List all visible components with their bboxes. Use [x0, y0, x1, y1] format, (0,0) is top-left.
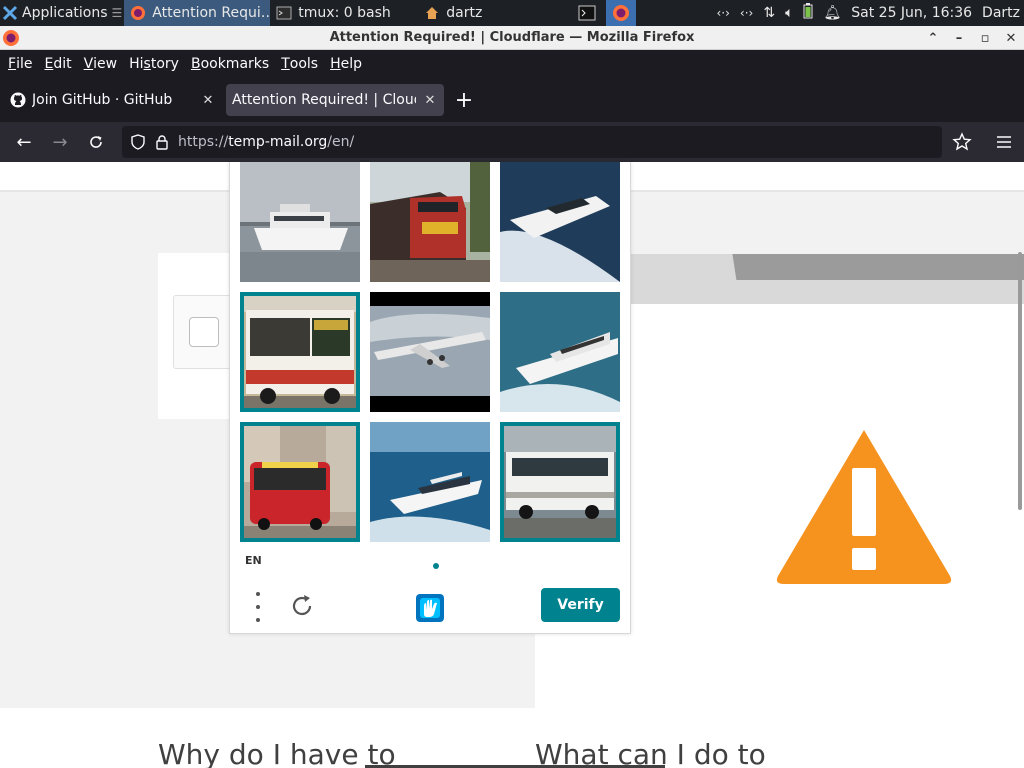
firefox-icon: [613, 5, 630, 21]
close-tab-icon[interactable]: ✕: [200, 92, 216, 108]
roll-up-icon[interactable]: ⌃: [926, 31, 940, 46]
bookmark-star-icon[interactable]: [952, 132, 972, 152]
task-tmux[interactable]: tmux: 0 bash: [270, 0, 418, 26]
hamburger-menu-icon[interactable]: [994, 132, 1014, 152]
close-icon[interactable]: ✕: [1004, 31, 1018, 46]
back-button[interactable]: ←: [8, 126, 40, 158]
captcha-footer: Verify: [230, 580, 632, 632]
reload-icon: [90, 136, 102, 148]
terminal-icon: [578, 5, 596, 21]
reload-button[interactable]: [80, 126, 112, 158]
arrow-left-icon: ←: [16, 131, 32, 153]
hcaptcha-challenge: EN Verify: [229, 162, 631, 634]
menu-help[interactable]: Help: [324, 50, 368, 78]
menu-bar: File Edit View Hi s tory Bookmarks Tools H…: [0, 50, 1024, 78]
new-tab-button[interactable]: +: [448, 84, 480, 116]
image-tile-yacht[interactable]: [370, 422, 490, 542]
url-bar[interactable]: https://temp-mail.org/en/: [122, 126, 942, 158]
minimize-icon[interactable]: –: [952, 31, 966, 46]
shield-icon[interactable]: [130, 134, 146, 150]
firefox-icon: [130, 5, 146, 21]
applications-label: Applications: [22, 5, 108, 21]
window-title: Attention Required! | Cloudflare — Mozil…: [329, 30, 695, 45]
captcha-checkbox[interactable]: [189, 317, 219, 347]
faq-section: [0, 708, 1024, 768]
window-titlebar: Attention Required! | Cloudflare — Mozil…: [0, 26, 1024, 50]
image-tile-airplane[interactable]: [370, 292, 490, 412]
content-right: [535, 632, 1024, 708]
network-icon[interactable]: ‹·›: [740, 6, 753, 20]
firefox-icon: [3, 30, 19, 46]
menu-view[interactable]: View: [78, 50, 124, 78]
more-options-icon[interactable]: [248, 592, 268, 622]
page-scrollbar[interactable]: [1018, 252, 1022, 510]
maximize-icon[interactable]: ▫: [978, 31, 992, 46]
faq-heading-why: Why do I have to: [158, 738, 396, 768]
github-icon: [10, 92, 26, 108]
battery-icon[interactable]: [803, 3, 813, 23]
window-controls: ⌃ – ▫ ✕: [926, 26, 1018, 50]
verify-button[interactable]: Verify: [541, 588, 620, 622]
hcaptcha-logo-icon[interactable]: [412, 590, 448, 626]
applications-menu[interactable]: Applications ☰: [0, 0, 124, 26]
image-tile-red-bus[interactable]: [240, 422, 360, 542]
language-selector[interactable]: EN: [245, 554, 262, 567]
system-tray: ‹·› ‹·› ⇅ 🔈︎ 🔔︎ Sat 25 Jun, 16:36 Dartz: [716, 0, 1024, 26]
menu-tools[interactable]: Tools: [275, 50, 324, 78]
image-tile-white-bus[interactable]: [500, 422, 620, 542]
faq-heading-what: What can I do to: [535, 738, 766, 768]
task-label: dartz: [446, 5, 483, 21]
image-tile-yacht[interactable]: [500, 292, 620, 412]
launcher-firefox[interactable]: [606, 0, 637, 26]
task-label: Attention Requi…: [152, 5, 271, 21]
tab-github[interactable]: Join GitHub · GitHub ✕: [4, 84, 222, 116]
clock[interactable]: Sat 25 Jun, 16:36: [851, 5, 972, 21]
image-tile-train[interactable]: [370, 162, 490, 282]
lock-icon[interactable]: [154, 134, 170, 150]
arrow-right-icon: →: [52, 131, 68, 153]
network-icon[interactable]: ‹·›: [716, 6, 729, 20]
xfce-icon: [2, 5, 18, 21]
desktop-panel: Applications ☰ Attention Requi… tmux: 0 …: [0, 0, 1024, 26]
task-firefox[interactable]: Attention Requi…: [124, 0, 271, 26]
image-tile-speedboat[interactable]: [500, 162, 620, 282]
user-name[interactable]: Dartz: [982, 5, 1020, 21]
navigation-toolbar: ← → https://temp-mail.org/en/: [0, 122, 1024, 162]
task-dartz[interactable]: dartz: [418, 0, 568, 26]
close-tab-icon[interactable]: ✕: [422, 92, 438, 108]
notification-bell-icon[interactable]: 🔔︎: [823, 5, 841, 21]
terminal-icon: [276, 5, 292, 21]
menu-bookmarks[interactable]: Bookmarks: [185, 50, 275, 78]
home-folder-icon: [424, 5, 440, 21]
page-indicator-dot: [433, 563, 439, 569]
tab-cloudflare[interactable]: Attention Required! | Cloudfl ✕: [226, 84, 444, 116]
image-tile-boat[interactable]: [240, 162, 360, 282]
task-label: tmux: 0 bash: [298, 5, 391, 21]
warning-icon: [776, 430, 952, 584]
launcher-terminal[interactable]: [572, 0, 602, 26]
url-text: https://temp-mail.org/en/: [178, 134, 355, 150]
menu-edit[interactable]: Edit: [38, 50, 77, 78]
tab-title: Attention Required! | Cloudfl: [232, 92, 416, 108]
transfer-icon[interactable]: ⇅: [763, 5, 775, 21]
volume-icon[interactable]: 🔈︎: [785, 5, 793, 21]
tab-title: Join GitHub · GitHub: [32, 92, 173, 108]
menu-history[interactable]: Hi s tory: [123, 50, 185, 78]
image-tile-bus[interactable]: [240, 292, 360, 412]
tab-strip: Join GitHub · GitHub ✕ Attention Require…: [0, 78, 1024, 122]
toolbar-right: [952, 132, 1024, 152]
content-left: [0, 632, 535, 708]
refresh-challenge-icon[interactable]: [288, 592, 316, 620]
menu-file[interactable]: File: [2, 50, 38, 78]
forward-button[interactable]: →: [44, 126, 76, 158]
